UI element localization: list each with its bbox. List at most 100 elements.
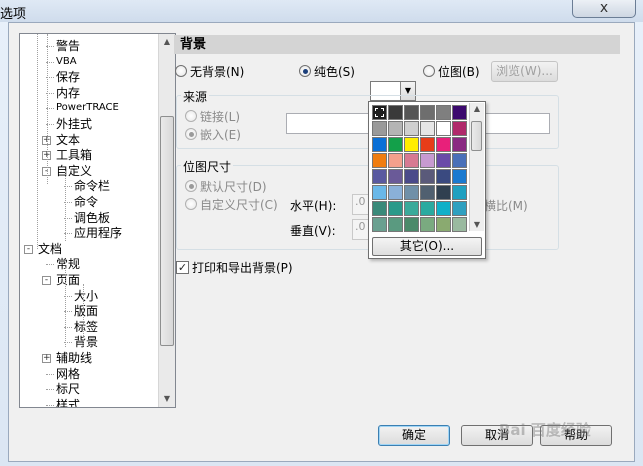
tree-item[interactable]: 工具箱 — [56, 147, 92, 163]
palette-scroll-thumb[interactable] — [471, 121, 482, 151]
color-swatch[interactable] — [372, 153, 387, 168]
tree-item[interactable]: 自定义 — [56, 163, 92, 179]
color-swatch[interactable] — [420, 121, 435, 136]
tree-item[interactable]: 外挂式 — [56, 116, 92, 132]
color-swatch[interactable] — [388, 185, 403, 200]
palette-scrollbar[interactable]: ▲ ▼ — [469, 103, 484, 231]
color-swatch[interactable] — [420, 169, 435, 184]
color-swatch[interactable] — [404, 201, 419, 216]
radio-icon — [185, 198, 197, 210]
tree-item[interactable]: 警告 — [56, 38, 80, 54]
color-swatch[interactable] — [404, 121, 419, 136]
color-swatch[interactable] — [372, 185, 387, 200]
color-swatch[interactable] — [452, 137, 467, 152]
no-background-radio[interactable]: 无背景(N) — [175, 63, 244, 79]
tree-scrollbar[interactable]: ▲ ▼ — [158, 34, 175, 407]
color-swatch[interactable] — [420, 201, 435, 216]
tree-item[interactable]: 应用程序 — [74, 225, 122, 241]
color-swatch[interactable] — [404, 153, 419, 168]
tree-item[interactable]: 命令栏 — [74, 178, 110, 194]
color-swatch[interactable] — [404, 137, 419, 152]
color-swatch[interactable] — [404, 169, 419, 184]
tree-item[interactable]: 辅助线 — [56, 350, 92, 366]
color-swatch[interactable] — [372, 217, 387, 232]
color-swatch[interactable] — [452, 217, 467, 232]
color-swatch[interactable] — [388, 201, 403, 216]
color-swatch[interactable] — [452, 121, 467, 136]
tree-item[interactable]: 页面 — [56, 272, 80, 288]
ok-button[interactable]: 确定 — [378, 425, 450, 446]
color-swatch[interactable] — [436, 169, 451, 184]
color-swatch[interactable] — [436, 137, 451, 152]
color-swatch[interactable] — [372, 121, 387, 136]
color-swatch[interactable] — [372, 169, 387, 184]
print-export-background-checkbox[interactable]: ✓ 打印和导出背景(P) — [176, 259, 293, 276]
tree-item[interactable]: 保存 — [56, 69, 80, 85]
custom-size-radio[interactable]: 自定义尺寸(C) — [185, 196, 278, 212]
color-swatch[interactable] — [436, 201, 451, 216]
color-swatch[interactable] — [420, 137, 435, 152]
color-swatch[interactable] — [388, 121, 403, 136]
tree-item[interactable]: 背景 — [74, 334, 98, 350]
options-tree[interactable]: ▲ ▼ 警告 VBA 保存 内存 PowerTRACE 外挂式 + 文本 + 工具箱 - 自定义 命令栏… — [19, 33, 176, 408]
radio-selected-icon — [185, 180, 197, 192]
color-swatch[interactable] — [436, 121, 451, 136]
tree-item[interactable]: 常规 — [56, 256, 80, 272]
color-swatch[interactable] — [420, 185, 435, 200]
tree-item[interactable]: 标签 — [74, 319, 98, 335]
tree-item[interactable]: PowerTRACE — [56, 100, 119, 116]
bitmap-radio[interactable]: 位图(B) — [423, 63, 480, 79]
color-swatch[interactable] — [372, 137, 387, 152]
color-swatch[interactable] — [436, 185, 451, 200]
color-swatch[interactable] — [404, 185, 419, 200]
color-swatch[interactable] — [452, 201, 467, 216]
color-swatch[interactable] — [420, 217, 435, 232]
tree-item[interactable]: 文档 — [38, 241, 62, 257]
scroll-down-arrow-icon[interactable]: ▼ — [159, 391, 175, 407]
link-radio[interactable]: 链接(L) — [185, 108, 240, 124]
tree-item[interactable]: VBA — [56, 54, 77, 70]
tree-item[interactable]: 文本 — [56, 132, 80, 148]
browse-button[interactable]: 浏览(W)... — [491, 61, 558, 82]
color-swatch[interactable] — [452, 185, 467, 200]
color-swatch[interactable] — [388, 169, 403, 184]
color-swatch[interactable] — [452, 105, 467, 120]
embed-radio[interactable]: 嵌入(E) — [185, 126, 241, 142]
color-swatch[interactable] — [452, 169, 467, 184]
close-button[interactable]: x — [572, 0, 636, 18]
scroll-thumb[interactable] — [160, 116, 174, 346]
tree-item[interactable]: 网格 — [56, 366, 80, 382]
tree-item[interactable]: 版面 — [74, 303, 98, 319]
solid-color-radio[interactable]: 纯色(S) — [299, 63, 355, 79]
tree-item[interactable]: 调色板 — [74, 210, 110, 226]
collapse-icon[interactable]: - — [24, 244, 33, 254]
scroll-down-arrow-icon[interactable]: ▼ — [470, 219, 484, 231]
color-swatch[interactable] — [436, 105, 451, 120]
scroll-up-arrow-icon[interactable]: ▲ — [470, 103, 484, 115]
tree-item[interactable]: 内存 — [56, 85, 80, 101]
color-swatch[interactable] — [420, 153, 435, 168]
color-swatch[interactable] — [372, 201, 387, 216]
color-swatch[interactable] — [372, 105, 387, 120]
expand-icon[interactable]: + — [42, 354, 51, 363]
scroll-up-arrow-icon[interactable]: ▲ — [159, 34, 175, 50]
color-swatch[interactable] — [404, 105, 419, 120]
tree-item[interactable]: 标尺 — [56, 381, 80, 397]
collapse-icon[interactable]: - — [42, 276, 51, 285]
tree-item[interactable]: 样式 — [56, 397, 80, 407]
tree-item[interactable]: 大小 — [74, 288, 98, 304]
color-swatch[interactable] — [388, 217, 403, 232]
color-swatch[interactable] — [436, 217, 451, 232]
color-swatch[interactable] — [404, 217, 419, 232]
color-swatch[interactable] — [436, 153, 451, 168]
title-bar: 选项 x — [0, 0, 643, 22]
color-swatch[interactable] — [388, 137, 403, 152]
color-swatch[interactable] — [420, 105, 435, 120]
color-swatch[interactable] — [388, 105, 403, 120]
tree-item[interactable]: 命令 — [74, 194, 98, 210]
default-size-radio[interactable]: 默认尺寸(D) — [185, 178, 267, 194]
color-swatch[interactable] — [452, 153, 467, 168]
color-swatch[interactable] — [388, 153, 403, 168]
radio-label: 嵌入(E) — [200, 127, 241, 142]
other-colors-button[interactable]: 其它(O)... — [372, 237, 482, 256]
